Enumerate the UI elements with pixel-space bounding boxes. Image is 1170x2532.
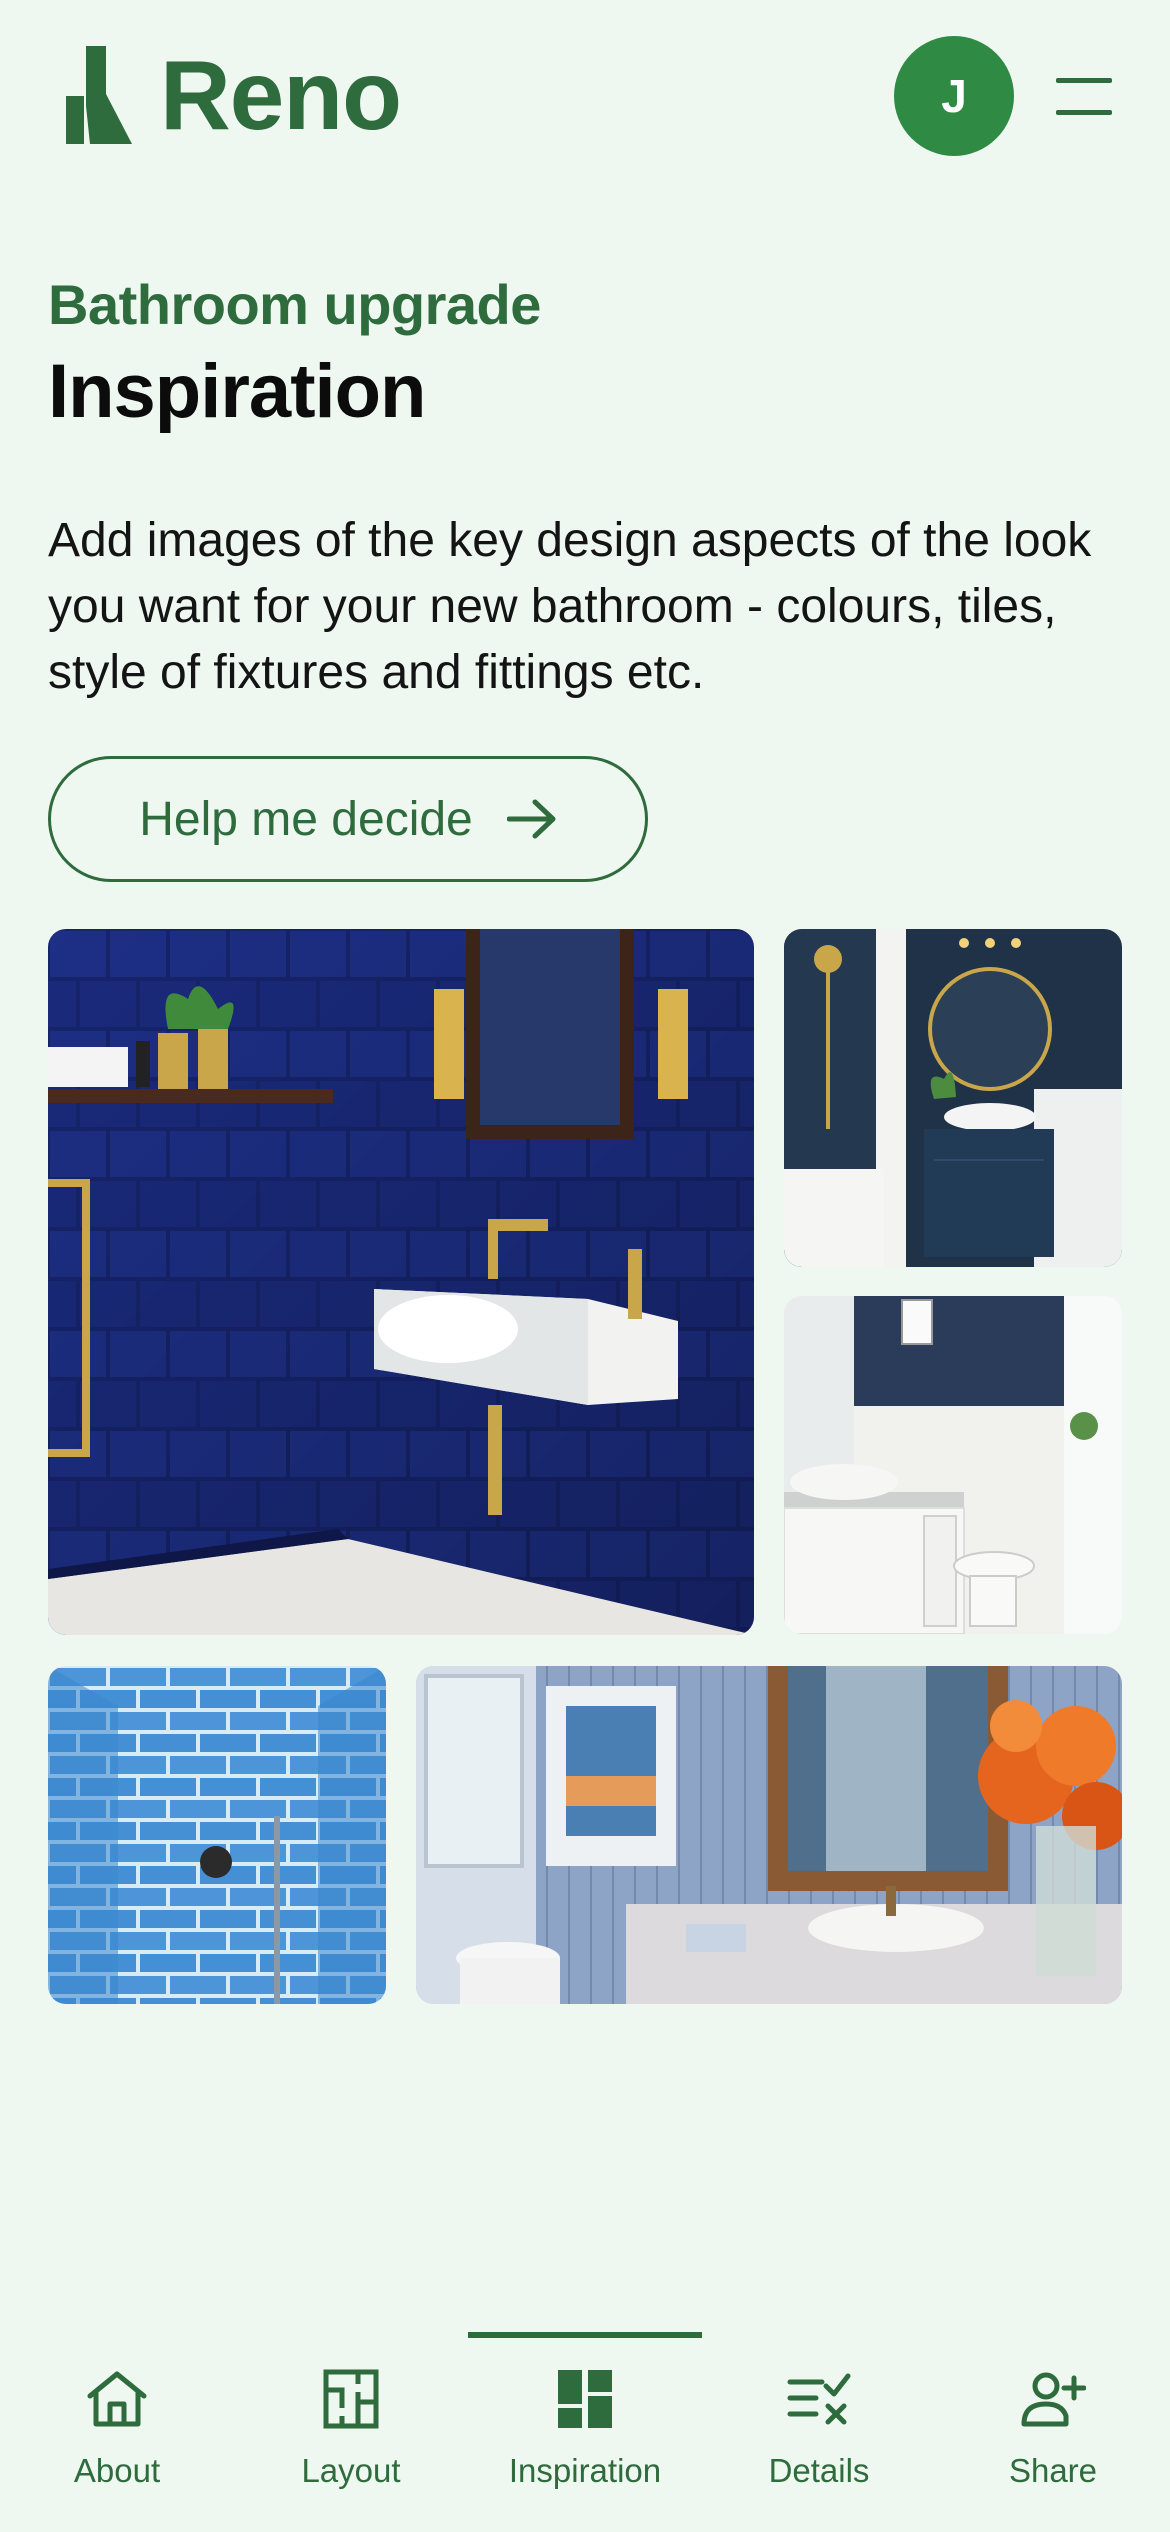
grid-layout-icon xyxy=(558,2370,612,2428)
nav-item-details[interactable]: Details xyxy=(702,2320,936,2532)
inspiration-image-3[interactable] xyxy=(784,1296,1122,1634)
avatar-initial: J xyxy=(941,70,967,122)
nav-label-about: About xyxy=(73,2452,161,2489)
hamburger-menu-icon[interactable] xyxy=(1056,74,1114,118)
arrow-right-icon xyxy=(506,799,556,839)
menu-line xyxy=(1056,78,1112,83)
nav-label-layout: Layout xyxy=(301,2452,401,2489)
page-description: Add images of the key design aspects of … xyxy=(48,514,1092,699)
app-header: Reno J xyxy=(0,0,1170,200)
user-avatar[interactable]: J xyxy=(894,36,1014,156)
navy-bathroom-gold-mirror-photo xyxy=(784,929,1122,1267)
section-eyebrow: Bathroom upgrade xyxy=(48,273,541,336)
floorplan-icon xyxy=(323,2369,379,2429)
reno-logo-icon xyxy=(66,46,132,144)
navy-subway-tile-bathroom-photo xyxy=(48,929,754,1635)
page-title: Inspiration xyxy=(48,349,426,434)
light-blue-tiled-shower-photo xyxy=(48,1666,386,2004)
nav-item-share[interactable]: Share xyxy=(936,2320,1170,2532)
help-me-decide-button[interactable]: Help me decide xyxy=(48,756,648,882)
home-icon xyxy=(87,2371,147,2427)
bottom-navigation: About Layout Inspiration Details Share xyxy=(0,2320,1170,2532)
white-vanity-navy-wall-photo xyxy=(784,1296,1122,1634)
inspiration-image-5[interactable] xyxy=(416,1666,1122,2004)
inspiration-image-2[interactable] xyxy=(784,929,1122,1267)
nav-item-layout[interactable]: Layout xyxy=(234,2320,468,2532)
brand-name: Reno xyxy=(160,40,402,150)
nav-item-about[interactable]: About xyxy=(0,2320,234,2532)
checklist-icon xyxy=(787,2373,851,2425)
active-tab-indicator xyxy=(468,2332,702,2338)
menu-line xyxy=(1056,110,1112,115)
nav-item-inspiration[interactable]: Inspiration xyxy=(468,2320,702,2532)
blue-panelled-bathroom-orange-flowers-photo xyxy=(416,1666,1122,2004)
add-person-icon xyxy=(1021,2372,1086,2427)
nav-label-share: Share xyxy=(1008,2452,1098,2489)
nav-label-details: Details xyxy=(768,2452,870,2489)
nav-label-inspiration: Inspiration xyxy=(508,2452,662,2489)
inspiration-image-1[interactable] xyxy=(48,929,754,1635)
reno-logo[interactable]: Reno xyxy=(66,40,402,150)
inspiration-image-4[interactable] xyxy=(48,1666,386,2004)
help-button-label: Help me decide xyxy=(139,792,473,846)
